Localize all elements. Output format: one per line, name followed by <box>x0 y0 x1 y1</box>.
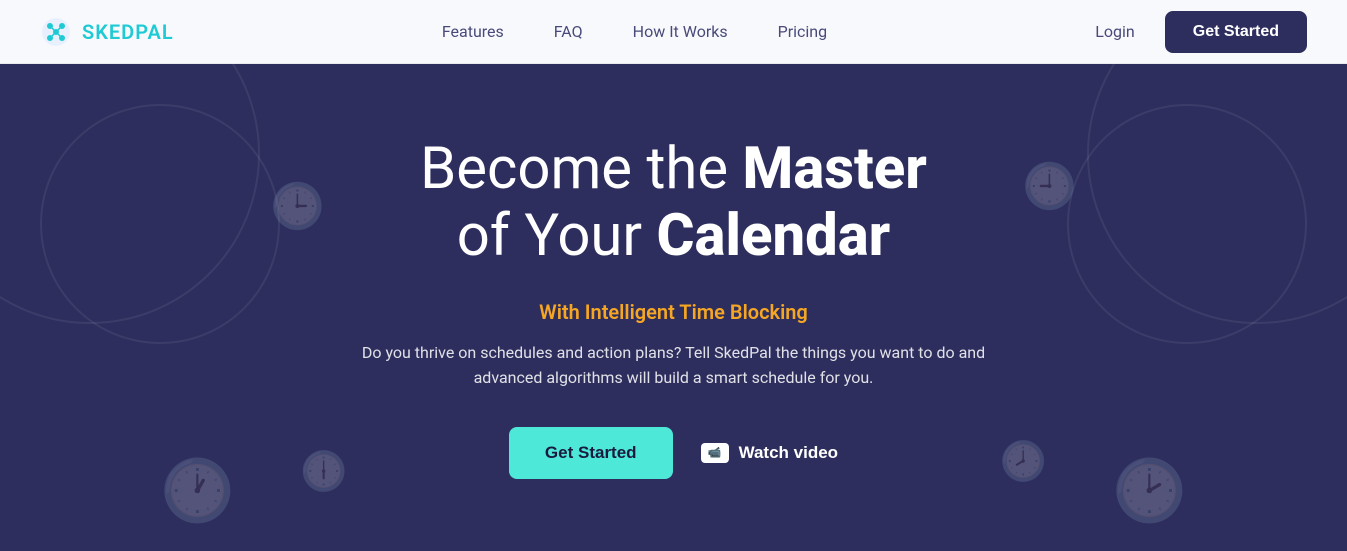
login-link[interactable]: Login <box>1095 22 1134 41</box>
clock-icon-5: 🕑 <box>1112 461 1187 521</box>
nav-link-how-it-works[interactable]: How It Works <box>633 22 728 41</box>
get-started-hero-button[interactable]: Get Started <box>509 427 673 479</box>
bg-circle-4 <box>1067 104 1307 344</box>
hero-title-bold2: Calendar <box>656 202 890 270</box>
bg-circle-2 <box>40 104 280 344</box>
skedpal-logo-icon <box>40 16 72 48</box>
logo-sked: SKED <box>82 20 135 44</box>
hero-title: Become the Master of Your Calendar <box>344 136 1004 269</box>
nav-link-features[interactable]: Features <box>442 22 504 41</box>
nav-link-pricing[interactable]: Pricing <box>778 22 828 41</box>
hero-description: Do you thrive on schedules and action pl… <box>344 340 1004 391</box>
hero-content: Become the Master of Your Calendar With … <box>324 136 1024 479</box>
clock-icon-1: 🕐 <box>160 461 235 521</box>
hero-title-bold1: Master <box>743 135 927 203</box>
logo-area: SKEDPAL <box>40 16 174 48</box>
clock-icon-2: 🕒 <box>270 184 325 228</box>
clock-icon-4: 🕘 <box>1022 164 1077 208</box>
watch-video-label: Watch video <box>739 443 839 463</box>
hero-title-line1: Become the <box>420 135 728 203</box>
nav-link-faq[interactable]: FAQ <box>554 22 583 41</box>
hero-actions: Get Started 📹 Watch video <box>344 427 1004 479</box>
navbar-right: Login Get Started <box>1095 11 1307 53</box>
watch-video-button[interactable]: 📹 Watch video <box>701 443 839 463</box>
video-camera-icon: 📹 <box>701 443 729 463</box>
get-started-nav-button[interactable]: Get Started <box>1165 11 1307 53</box>
nav-links: Features FAQ How It Works Pricing <box>442 22 827 41</box>
hero-section: 🕐 🕒 🕕 🕘 🕑 🕗 Become the Master of Your Ca… <box>0 64 1347 551</box>
navbar: SKEDPAL Features FAQ How It Works Pricin… <box>0 0 1347 64</box>
hero-title-line2: of Your <box>457 202 642 270</box>
hero-subtitle: With Intelligent Time Blocking <box>344 300 1004 324</box>
logo-text: SKEDPAL <box>82 20 174 44</box>
logo-pal: PAL <box>135 20 173 44</box>
